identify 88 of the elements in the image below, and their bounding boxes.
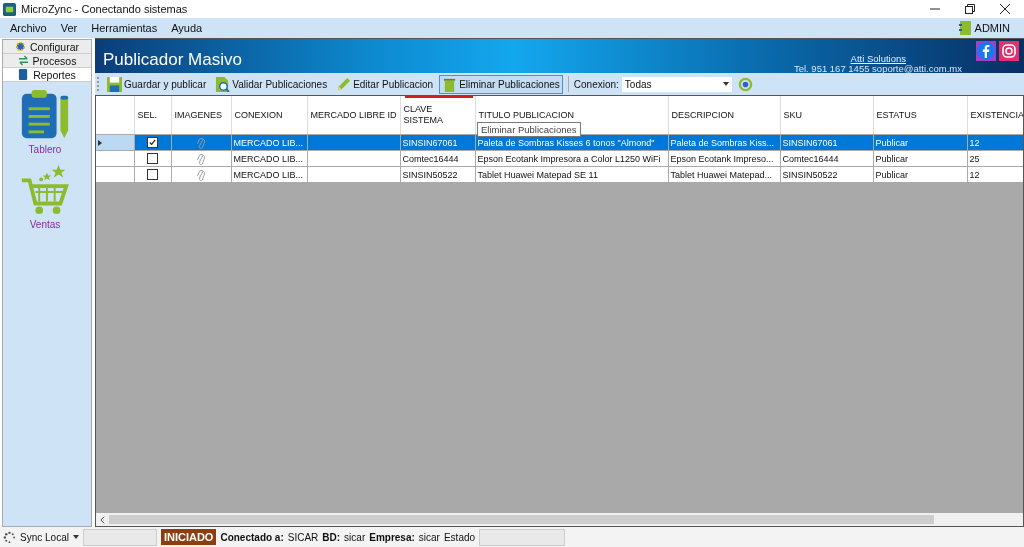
- paperclip-icon[interactable]: [196, 151, 206, 166]
- paperclip-icon[interactable]: [196, 135, 206, 150]
- table-cell: 12: [969, 169, 980, 180]
- table-cell: 12: [969, 137, 980, 148]
- column-header[interactable]: ESTATUS: [873, 96, 967, 135]
- table-cell: MERCADO LIB...: [233, 137, 303, 148]
- status-value: SICAR: [287, 531, 319, 543]
- status-label: BD:: [322, 531, 341, 543]
- facebook-icon[interactable]: [976, 41, 996, 61]
- table-cell: Comtec16444: [402, 153, 459, 164]
- row-pointer-icon: [98, 139, 102, 146]
- filter-label: Conexion:: [573, 78, 619, 90]
- table-cell: Publicar: [875, 153, 908, 164]
- instagram-icon[interactable]: [999, 41, 1019, 61]
- table-row[interactable]: MERCADO LIB... SINSIN50522 Tablet Huawei Matepad SE 11 Tablet Huawei Matepad... SINSIN50522 Publicar 12: [96, 166, 1023, 183]
- table-row[interactable]: MERCADO LIB... Comtec16444 Epson Ecotank Impresora a Color L1250 WiFi Epson Ecotank Impreso... Comtec16444 Publicar 25: [96, 150, 1023, 167]
- table-cell: SINSIN67061: [402, 137, 458, 148]
- table-cell: Tablet Huawei Matepad...: [670, 169, 773, 180]
- sidebar-item-label[interactable]: Ventas: [29, 219, 61, 230]
- floppy-icon: [107, 76, 122, 92]
- table-cell: SINSIN67061: [782, 137, 838, 148]
- scroll-left-icon[interactable]: [100, 515, 105, 524]
- gear-icon: [15, 41, 26, 52]
- status-label: Empresa:: [369, 531, 415, 543]
- table-cell: SINSIN50522: [402, 169, 458, 180]
- book-icon: [18, 69, 30, 80]
- column-header[interactable]: DESCRIPCION: [668, 96, 780, 135]
- tooltip: Eliminar Publicaciones: [477, 122, 581, 137]
- toolbar-button[interactable]: Guardar y publicar: [104, 74, 210, 94]
- column-header[interactable]: IMAGENES: [171, 96, 231, 135]
- pencil-icon: [336, 76, 352, 92]
- column-header[interactable]: CLAVE SISTEMA: [400, 96, 475, 135]
- table-cell: Epson Ecotank Impresora a Color L1250 WiFi: [477, 153, 661, 164]
- table-cell: SINSIN50522: [782, 169, 838, 180]
- company-link[interactable]: Atti Solutions: [850, 53, 906, 64]
- table-cell: Comtec16444: [782, 153, 839, 164]
- arrows-icon: [17, 55, 29, 66]
- table-cell: Paleta de Sombras Kiss...: [670, 137, 775, 148]
- restore-icon[interactable]: [965, 4, 975, 14]
- table-cell: Publicar: [875, 137, 908, 148]
- sync-dropdown[interactable]: Sync Local: [20, 531, 79, 543]
- connection-dropdown[interactable]: Todas: [621, 76, 732, 92]
- menu-item[interactable]: Ayuda: [171, 22, 203, 34]
- table-cell: MERCADO LIB...: [233, 153, 303, 164]
- sidebar-tab[interactable]: Procesos: [3, 54, 91, 68]
- sidebar-tab[interactable]: Configurar: [3, 40, 91, 54]
- caret-icon: [722, 82, 729, 86]
- paperclip-icon[interactable]: [196, 167, 206, 182]
- page-title: Publicador Masivo: [102, 49, 242, 70]
- column-header[interactable]: SEL.: [134, 96, 171, 135]
- sidebar-tab[interactable]: Reportes: [3, 68, 91, 82]
- table-cell: Paleta de Sombras Kisses 6 tonos "Almond": [477, 137, 655, 148]
- column-header[interactable]: SKU: [780, 96, 873, 135]
- table-row[interactable]: MERCADO LIB... SINSIN67061 Paleta de Sombras Kisses 6 tonos "Almond" Paleta de Sombras Kiss... SINSIN67061 Publicar 12: [96, 134, 1023, 151]
- checkbox[interactable]: [147, 153, 158, 165]
- trash-icon: [442, 76, 458, 92]
- column-header[interactable]: MERCADO LIBRE ID: [307, 96, 400, 135]
- table-cell: 25: [969, 153, 980, 164]
- toolbar-button[interactable]: Validar Publicaciones: [212, 74, 331, 94]
- horizontal-scrollbar[interactable]: [96, 513, 1023, 526]
- table-cell: MERCADO LIB...: [233, 169, 303, 180]
- status-value: sicar: [344, 531, 366, 543]
- menu-item[interactable]: Archivo: [10, 22, 47, 34]
- status-label: Conectado a:: [220, 531, 284, 543]
- table-cell: Epson Ecotank Impreso...: [670, 153, 774, 164]
- window-title: MicroZync - Conectando sistemas: [21, 3, 188, 15]
- contact-info: Tel. 951 167 1455 soporte@atti.com.mx: [793, 64, 962, 73]
- caret-icon: [72, 535, 79, 539]
- status-value: sicar: [418, 531, 440, 543]
- menu-item[interactable]: Herramientas: [91, 22, 158, 34]
- column-header[interactable]: CONEXION: [231, 96, 307, 135]
- notebook-icon: [958, 21, 971, 35]
- user-name[interactable]: ADMIN: [974, 22, 1024, 34]
- status-label: Estado: [443, 531, 476, 543]
- menu-item[interactable]: Ver: [60, 22, 78, 34]
- toolbar-button[interactable]: Eliminar Publicaciones: [439, 74, 563, 94]
- status-badge: INICIADO: [160, 529, 217, 545]
- table-cell: Tablet Huawei Matepad SE 11: [477, 169, 598, 180]
- toolbar-button[interactable]: Editar Publicacion: [333, 74, 437, 94]
- refresh-icon[interactable]: [737, 76, 753, 92]
- app-icon: [3, 2, 16, 16]
- spinner-icon: [3, 530, 16, 544]
- sidebar-item-label[interactable]: Tablero: [28, 144, 62, 155]
- checkbox[interactable]: [147, 169, 158, 181]
- close-icon[interactable]: [1000, 4, 1010, 14]
- checkbox[interactable]: [147, 137, 158, 149]
- document-search-icon: [215, 76, 231, 92]
- table-cell: Publicar: [875, 169, 908, 180]
